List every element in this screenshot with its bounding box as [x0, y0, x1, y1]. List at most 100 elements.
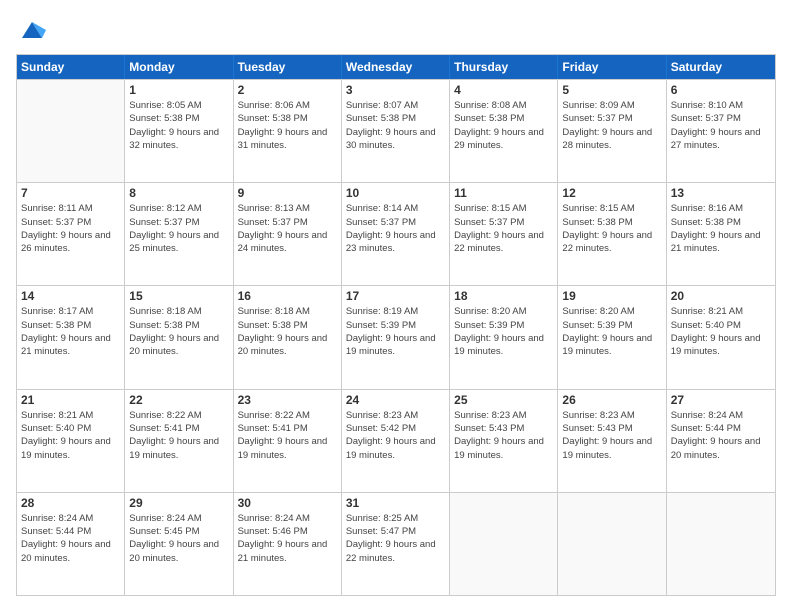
calendar-cell	[667, 493, 775, 595]
calendar-cell: 5 Sunrise: 8:09 AMSunset: 5:37 PMDaylight…	[558, 80, 666, 182]
day-number: 26	[562, 393, 661, 407]
header-day: Sunday	[17, 55, 125, 79]
day-number: 5	[562, 83, 661, 97]
calendar-header: SundayMondayTuesdayWednesdayThursdayFrid…	[17, 55, 775, 79]
day-number: 31	[346, 496, 445, 510]
calendar-cell: 9Sunrise: 8:13 AMSunset: 5:37 PMDaylight…	[234, 183, 342, 285]
calendar-cell: 1 Sunrise: 8:05 AMSunset: 5:38 PMDaylight…	[125, 80, 233, 182]
day-number: 17	[346, 289, 445, 303]
day-info: Sunrise: 8:18 AMSunset: 5:38 PMDaylight:…	[238, 305, 337, 358]
calendar-row: 7Sunrise: 8:11 AMSunset: 5:37 PMDaylight…	[17, 182, 775, 285]
day-number: 27	[671, 393, 771, 407]
day-info: Sunrise: 8:12 AMSunset: 5:37 PMDaylight:…	[129, 202, 228, 255]
calendar-cell: 22Sunrise: 8:22 AMSunset: 5:41 PMDayligh…	[125, 390, 233, 492]
calendar-cell: 4 Sunrise: 8:08 AMSunset: 5:38 PMDaylight…	[450, 80, 558, 182]
calendar-cell: 18Sunrise: 8:20 AMSunset: 5:39 PMDayligh…	[450, 286, 558, 388]
calendar-cell: 31 Sunrise: 8:25 AMSunset: 5:47 PMDayligh…	[342, 493, 450, 595]
calendar-cell: 7Sunrise: 8:11 AMSunset: 5:37 PMDaylight…	[17, 183, 125, 285]
header-day: Monday	[125, 55, 233, 79]
calendar-cell: 23 Sunrise: 8:22 AMSunset: 5:41 PMDayligh…	[234, 390, 342, 492]
calendar-cell: 14 Sunrise: 8:17 AMSunset: 5:38 PMDayligh…	[17, 286, 125, 388]
day-info: Sunrise: 8:06 AMSunset: 5:38 PMDaylight:…	[238, 99, 337, 152]
header-day: Friday	[558, 55, 666, 79]
day-number: 11	[454, 186, 553, 200]
calendar-cell: 26 Sunrise: 8:23 AMSunset: 5:43 PMDayligh…	[558, 390, 666, 492]
logo	[16, 16, 46, 44]
day-number: 2	[238, 83, 337, 97]
day-info: Sunrise: 8:24 AMSunset: 5:44 PMDaylight:…	[21, 512, 120, 565]
calendar-cell: 12Sunrise: 8:15 AMSunset: 5:38 PMDayligh…	[558, 183, 666, 285]
calendar-body: 1 Sunrise: 8:05 AMSunset: 5:38 PMDaylight…	[17, 79, 775, 595]
calendar-cell: 20 Sunrise: 8:21 AMSunset: 5:40 PMDayligh…	[667, 286, 775, 388]
calendar-cell	[558, 493, 666, 595]
calendar-row: 28 Sunrise: 8:24 AMSunset: 5:44 PMDayligh…	[17, 492, 775, 595]
day-info: Sunrise: 8:25 AMSunset: 5:47 PMDaylight:…	[346, 512, 445, 565]
day-number: 25	[454, 393, 553, 407]
day-number: 18	[454, 289, 553, 303]
calendar-cell: 10Sunrise: 8:14 AMSunset: 5:37 PMDayligh…	[342, 183, 450, 285]
calendar: SundayMondayTuesdayWednesdayThursdayFrid…	[16, 54, 776, 596]
day-info: Sunrise: 8:21 AMSunset: 5:40 PMDaylight:…	[671, 305, 771, 358]
day-info: Sunrise: 8:15 AMSunset: 5:37 PMDaylight:…	[454, 202, 553, 255]
day-info: Sunrise: 8:15 AMSunset: 5:38 PMDaylight:…	[562, 202, 661, 255]
day-number: 28	[21, 496, 120, 510]
day-number: 23	[238, 393, 337, 407]
calendar-cell: 17 Sunrise: 8:19 AMSunset: 5:39 PMDayligh…	[342, 286, 450, 388]
day-number: 16	[238, 289, 337, 303]
day-number: 19	[562, 289, 661, 303]
day-number: 13	[671, 186, 771, 200]
day-number: 14	[21, 289, 120, 303]
header-day: Wednesday	[342, 55, 450, 79]
day-info: Sunrise: 8:16 AMSunset: 5:38 PMDaylight:…	[671, 202, 771, 255]
day-info: Sunrise: 8:23 AMSunset: 5:42 PMDaylight:…	[346, 409, 445, 462]
day-info: Sunrise: 8:13 AMSunset: 5:37 PMDaylight:…	[238, 202, 337, 255]
day-info: Sunrise: 8:21 AMSunset: 5:40 PMDaylight:…	[21, 409, 120, 462]
day-number: 22	[129, 393, 228, 407]
calendar-cell: 2 Sunrise: 8:06 AMSunset: 5:38 PMDaylight…	[234, 80, 342, 182]
day-info: Sunrise: 8:17 AMSunset: 5:38 PMDaylight:…	[21, 305, 120, 358]
calendar-row: 21 Sunrise: 8:21 AMSunset: 5:40 PMDayligh…	[17, 389, 775, 492]
day-number: 6	[671, 83, 771, 97]
calendar-cell: 28 Sunrise: 8:24 AMSunset: 5:44 PMDayligh…	[17, 493, 125, 595]
day-info: Sunrise: 8:10 AMSunset: 5:37 PMDaylight:…	[671, 99, 771, 152]
day-info: Sunrise: 8:11 AMSunset: 5:37 PMDaylight:…	[21, 202, 120, 255]
calendar-row: 14 Sunrise: 8:17 AMSunset: 5:38 PMDayligh…	[17, 285, 775, 388]
day-number: 30	[238, 496, 337, 510]
day-info: Sunrise: 8:20 AMSunset: 5:39 PMDaylight:…	[562, 305, 661, 358]
calendar-cell: 30Sunrise: 8:24 AMSunset: 5:46 PMDayligh…	[234, 493, 342, 595]
logo-icon	[18, 16, 46, 44]
day-number: 21	[21, 393, 120, 407]
header-day: Tuesday	[234, 55, 342, 79]
calendar-cell: 21 Sunrise: 8:21 AMSunset: 5:40 PMDayligh…	[17, 390, 125, 492]
day-info: Sunrise: 8:19 AMSunset: 5:39 PMDaylight:…	[346, 305, 445, 358]
day-number: 29	[129, 496, 228, 510]
day-number: 1	[129, 83, 228, 97]
day-info: Sunrise: 8:05 AMSunset: 5:38 PMDaylight:…	[129, 99, 228, 152]
day-info: Sunrise: 8:09 AMSunset: 5:37 PMDaylight:…	[562, 99, 661, 152]
calendar-cell: 13 Sunrise: 8:16 AMSunset: 5:38 PMDayligh…	[667, 183, 775, 285]
header-day: Saturday	[667, 55, 775, 79]
calendar-cell	[17, 80, 125, 182]
day-info: Sunrise: 8:18 AMSunset: 5:38 PMDaylight:…	[129, 305, 228, 358]
day-info: Sunrise: 8:23 AMSunset: 5:43 PMDaylight:…	[454, 409, 553, 462]
day-info: Sunrise: 8:24 AMSunset: 5:44 PMDaylight:…	[671, 409, 771, 462]
day-number: 20	[671, 289, 771, 303]
day-number: 15	[129, 289, 228, 303]
day-info: Sunrise: 8:14 AMSunset: 5:37 PMDaylight:…	[346, 202, 445, 255]
day-info: Sunrise: 8:07 AMSunset: 5:38 PMDaylight:…	[346, 99, 445, 152]
calendar-cell: 25 Sunrise: 8:23 AMSunset: 5:43 PMDayligh…	[450, 390, 558, 492]
header	[16, 16, 776, 44]
calendar-cell: 8Sunrise: 8:12 AMSunset: 5:37 PMDaylight…	[125, 183, 233, 285]
day-info: Sunrise: 8:22 AMSunset: 5:41 PMDaylight:…	[238, 409, 337, 462]
calendar-row: 1 Sunrise: 8:05 AMSunset: 5:38 PMDaylight…	[17, 79, 775, 182]
day-info: Sunrise: 8:08 AMSunset: 5:38 PMDaylight:…	[454, 99, 553, 152]
calendar-cell: 19 Sunrise: 8:20 AMSunset: 5:39 PMDayligh…	[558, 286, 666, 388]
calendar-cell: 24Sunrise: 8:23 AMSunset: 5:42 PMDayligh…	[342, 390, 450, 492]
calendar-cell: 11 Sunrise: 8:15 AMSunset: 5:37 PMDayligh…	[450, 183, 558, 285]
calendar-cell: 15 Sunrise: 8:18 AMSunset: 5:38 PMDayligh…	[125, 286, 233, 388]
day-info: Sunrise: 8:23 AMSunset: 5:43 PMDaylight:…	[562, 409, 661, 462]
calendar-cell: 27 Sunrise: 8:24 AMSunset: 5:44 PMDayligh…	[667, 390, 775, 492]
calendar-cell: 3Sunrise: 8:07 AMSunset: 5:38 PMDaylight…	[342, 80, 450, 182]
day-number: 4	[454, 83, 553, 97]
calendar-cell	[450, 493, 558, 595]
